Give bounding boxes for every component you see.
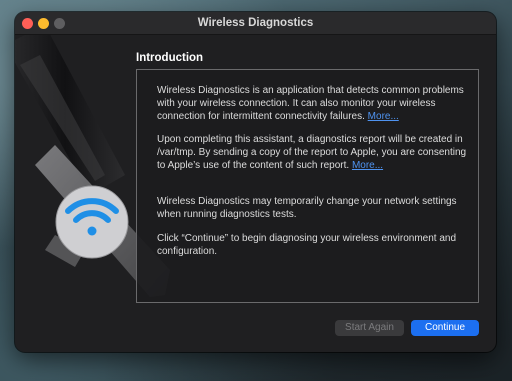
start-again-button[interactable]: Start Again (335, 320, 404, 336)
intro-paragraph-3: Wireless Diagnostics may temporarily cha… (157, 196, 457, 220)
intro-paragraph-1: Wireless Diagnostics is an application t… (157, 84, 467, 123)
window-title: Wireless Diagnostics (197, 17, 314, 29)
intro-panel: Wireless Diagnostics is an application t… (136, 69, 479, 303)
continue-button[interactable]: Continue (411, 320, 479, 336)
intro-text-2: Upon completing this assistant, a diagno… (157, 134, 467, 171)
wireless-diagnostics-window: Wireless Diagnostics Introduction Wirele… (15, 12, 496, 352)
title-bar[interactable]: Wireless Diagnostics (15, 12, 496, 35)
more-link-2[interactable]: More... (352, 160, 383, 171)
more-link-1[interactable]: More... (368, 111, 399, 122)
intro-text-1: Wireless Diagnostics is an application t… (157, 85, 464, 122)
intro-paragraph-4: Click “Continue” to begin diagnosing you… (157, 233, 457, 257)
intro-paragraph-2: Upon completing this assistant, a diagno… (157, 133, 467, 172)
section-heading: Introduction (136, 52, 204, 64)
